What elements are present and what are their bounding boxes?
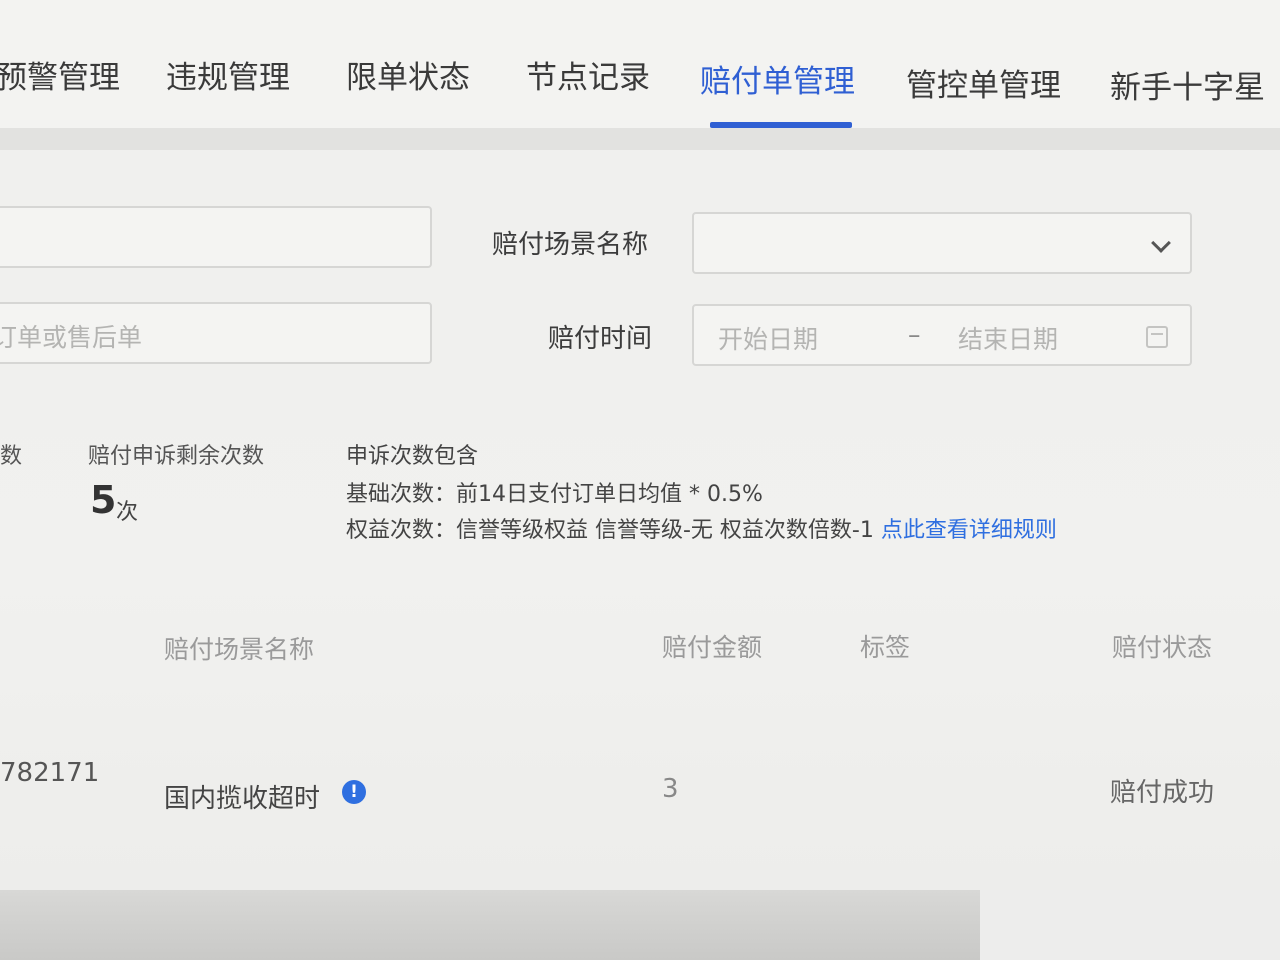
tab-violation-management[interactable]: 违规管理: [166, 52, 290, 102]
tab-order-limit-status[interactable]: 限单状态: [346, 52, 470, 102]
screen-glare: [980, 890, 1280, 960]
scene-name-select[interactable]: [692, 212, 1192, 274]
start-date-input[interactable]: 开始日期: [718, 320, 818, 356]
tab-control-order-management[interactable]: 管控单管理: [906, 60, 1061, 110]
date-separator: –: [908, 320, 921, 349]
search-input-top[interactable]: [0, 206, 432, 268]
rights-count-line: 权益次数：信誉等级权益 信誉等级-无 权益次数倍数-1 点此查看详细规则: [346, 512, 1057, 544]
partial-count-label: 数: [0, 444, 23, 469]
tab-newbie-cross-star[interactable]: 新手十字星: [1110, 62, 1265, 112]
detailed-rules-link[interactable]: 点此查看详细规则: [881, 518, 1057, 543]
base-count-line: 基础次数：前14日支付订单日均值 * 0.5%: [346, 482, 763, 507]
column-header-amount: 赔付金额: [662, 633, 763, 662]
column-header-tag: 标签: [860, 633, 911, 662]
column-header-scene: 赔付场景名称: [164, 635, 315, 664]
column-header-status: 赔付状态: [1112, 633, 1213, 662]
tab-compensation-management[interactable]: 赔付单管理: [700, 56, 855, 106]
scene-name-label: 赔付场景名称: [492, 230, 649, 260]
tab-bar: 预警管理 违规管理 限单状态 节点记录 赔付单管理 管控单管理 新手十字星: [0, 0, 1280, 128]
order-id-cell: 782171: [0, 758, 100, 788]
appeal-remaining-value: 5: [90, 478, 117, 522]
page: 预警管理 违规管理 限单状态 节点记录 赔付单管理 管控单管理 新手十字星 赔付…: [0, 0, 1280, 960]
end-date-input[interactable]: 结束日期: [958, 320, 1058, 356]
appeal-remaining-label: 赔付申诉剩余次数: [88, 444, 265, 469]
calendar-icon: [1146, 326, 1168, 348]
amount-cell: 3: [662, 774, 679, 804]
appeal-remaining-unit: 次: [116, 500, 139, 525]
header-divider: [0, 128, 1280, 150]
order-input-placeholder: 订单或售后单: [0, 323, 143, 352]
compensation-time-label: 赔付时间: [548, 324, 653, 354]
chevron-down-icon: [1151, 233, 1171, 253]
order-number-input[interactable]: 订单或售后单: [0, 302, 432, 364]
rights-count-text: 权益次数：信誉等级权益 信誉等级-无 权益次数倍数-1: [346, 518, 874, 543]
info-icon[interactable]: !: [342, 780, 366, 804]
date-range-picker[interactable]: 开始日期 – 结束日期: [692, 304, 1192, 366]
tab-node-records[interactable]: 节点记录: [526, 52, 650, 102]
appeal-includes-title: 申诉次数包含: [346, 444, 479, 469]
tab-alert-management[interactable]: 预警管理: [0, 52, 120, 102]
status-cell: 赔付成功: [1110, 778, 1215, 808]
scene-name-cell: 国内揽收超时: [164, 784, 321, 814]
